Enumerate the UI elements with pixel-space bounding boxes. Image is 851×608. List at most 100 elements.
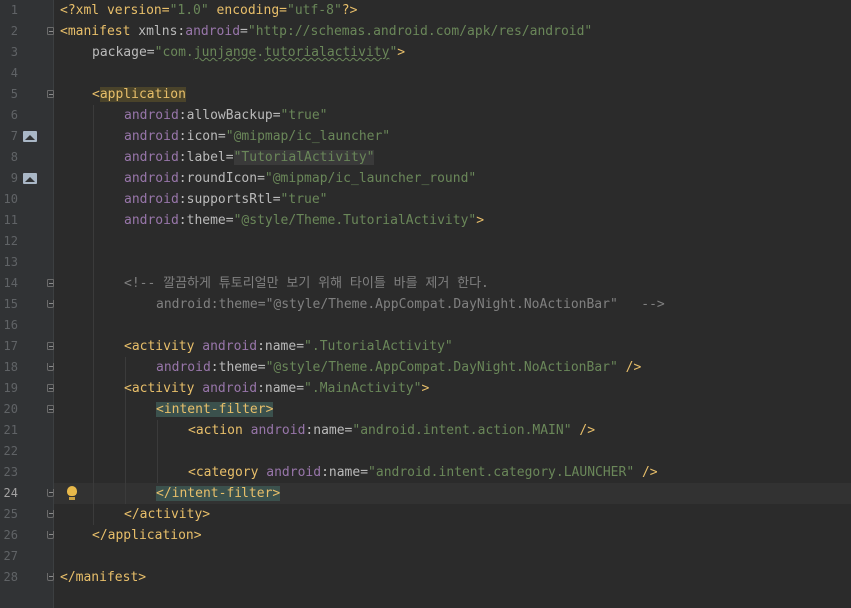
code-line[interactable]: 18 android:theme="@style/Theme.AppCompat… <box>0 357 851 378</box>
tag-matched: lter> <box>241 486 281 501</box>
line-text: <category android:name="android.intent.c… <box>188 462 658 483</box>
attr-name: name= <box>264 339 305 354</box>
code-line[interactable]: 8 android:label="TutorialActivity" <box>0 147 851 168</box>
xml-decl: <?xml version= <box>60 3 170 18</box>
line-text: </intent-filter> <box>156 483 281 504</box>
line-number: 27 <box>3 549 18 563</box>
tag-open: <category <box>188 465 259 480</box>
code-line[interactable]: 9 android:roundIcon="@mipmap/ic_launcher… <box>0 168 851 189</box>
colon: : <box>178 213 187 228</box>
code-line[interactable]: 25 </activity> <box>0 504 851 525</box>
line-text: </application> <box>92 525 202 546</box>
code-line[interactable]: 15 android:theme="@style/Theme.AppCompat… <box>0 294 851 315</box>
attr-value: "@style/Theme.TutorialActivity" <box>233 213 477 228</box>
namespace: android <box>124 108 179 123</box>
line-number: 20 <box>3 402 18 416</box>
code-line[interactable]: 23 <category android:name="android.inten… <box>0 462 851 483</box>
typo-word: tutorialactivity <box>264 45 390 60</box>
line-text: android:theme="@style/Theme.AppCompat.Da… <box>156 357 641 378</box>
line-number: 15 <box>3 297 18 311</box>
line-text: android:supportsRtl="true" <box>124 189 328 210</box>
line-number: 3 <box>10 45 18 59</box>
tag-name-highlighted: application <box>99 87 186 102</box>
colon: : <box>178 108 187 123</box>
fold-open-icon[interactable] <box>47 405 54 413</box>
fold-close-icon[interactable] <box>47 363 54 371</box>
attr-name: name= <box>264 381 305 396</box>
code-line[interactable]: 19 <activity android:name=".MainActivity… <box>0 378 851 399</box>
fold-close-icon[interactable] <box>47 300 54 308</box>
line-text: android:roundIcon="@mipmap/ic_launcher_r… <box>124 168 476 189</box>
attr-name: supportsRtl= <box>186 192 281 207</box>
code-line[interactable]: 13 <box>0 252 851 273</box>
fold-close-icon[interactable] <box>47 510 54 518</box>
code-line[interactable]: 27 <box>0 546 851 567</box>
image-preview-icon[interactable] <box>23 173 37 184</box>
attr-name: xmlns: <box>130 24 186 39</box>
code-line[interactable]: 7 android:icon="@mipmap/ic_launcher" <box>0 126 851 147</box>
code-line[interactable]: 1 <?xml version="1.0" encoding="utf-8"?> <box>0 0 851 21</box>
fold-close-icon[interactable] <box>47 531 54 539</box>
attr-name: icon= <box>186 129 226 144</box>
code-line[interactable]: 14 <!-- 깔끔하게 튜토리얼만 보기 위해 타이틀 바를 제거 한다. <box>0 273 851 294</box>
fold-close-icon[interactable] <box>47 573 54 581</box>
code-line-current[interactable]: 24 </intent-filter> <box>0 483 851 504</box>
line-text: package="com.junjange.tutorialactivity"> <box>92 42 405 63</box>
fold-open-icon[interactable] <box>47 90 54 98</box>
code-line[interactable]: 16 <box>0 315 851 336</box>
code-line[interactable]: 11 android:theme="@style/Theme.TutorialA… <box>0 210 851 231</box>
code-editor[interactable]: 1 <?xml version="1.0" encoding="utf-8"?>… <box>0 0 851 608</box>
colon: : <box>257 381 265 396</box>
attr-value: "true" <box>280 108 328 123</box>
tag-self-close: /> <box>634 465 658 480</box>
attr-name: name= <box>328 465 369 480</box>
image-preview-icon[interactable] <box>23 131 37 142</box>
namespace: android <box>124 171 179 186</box>
line-text: <?xml version="1.0" encoding="utf-8"?> <box>60 0 357 21</box>
namespace: android <box>124 192 179 207</box>
namespace: android <box>250 423 306 438</box>
code-line[interactable]: 10 android:supportsRtl="true" <box>0 189 851 210</box>
line-number: 12 <box>3 234 18 248</box>
line-text: android:icon="@mipmap/ic_launcher" <box>124 126 390 147</box>
lightbulb-icon[interactable] <box>67 486 77 500</box>
code-line[interactable]: 28 </manifest> <box>0 567 851 588</box>
attr-name: allowBackup= <box>186 108 281 123</box>
line-number: 18 <box>3 360 18 374</box>
line-text: android:theme="@style/Theme.TutorialActi… <box>124 210 484 231</box>
line-text: <manifest xmlns:android="http://schemas.… <box>60 21 592 42</box>
code-line[interactable]: 3 package="com.junjange.tutorialactivity… <box>0 42 851 63</box>
fold-open-icon[interactable] <box>47 27 54 35</box>
fold-open-icon[interactable] <box>47 384 54 392</box>
code-line[interactable]: 26 </application> <box>0 525 851 546</box>
tag-open: <activity <box>124 381 195 396</box>
namespace: android <box>124 150 179 165</box>
line-text: </manifest> <box>60 567 146 588</box>
fold-open-icon[interactable] <box>47 279 54 287</box>
fold-close-icon[interactable] <box>47 489 54 497</box>
code-line[interactable]: 12 <box>0 231 851 252</box>
namespace: android <box>202 339 258 354</box>
tag-close: > <box>476 213 485 228</box>
code-line[interactable]: 6 android:allowBackup="true" <box>0 105 851 126</box>
line-number: 25 <box>3 507 18 521</box>
code-line[interactable]: 2 <manifest xmlns:android="http://schema… <box>0 21 851 42</box>
namespace: android <box>124 213 179 228</box>
colon: : <box>178 129 187 144</box>
attr-value: "@mipmap/ic_launcher_round" <box>264 171 477 186</box>
fold-open-icon[interactable] <box>47 342 54 350</box>
attr-value: "android.intent.action.MAIN" <box>352 423 572 438</box>
colon: : <box>178 171 187 186</box>
code-line[interactable]: 22 <box>0 441 851 462</box>
code-line[interactable]: 20 <intent-filter> <box>0 399 851 420</box>
line-number: 1 <box>10 3 18 17</box>
tag-end: </activity> <box>124 507 211 522</box>
code-line[interactable]: 4 <box>0 63 851 84</box>
code-line[interactable]: 5 <application <box>0 84 851 105</box>
code-line[interactable]: 17 <activity android:name=".TutorialActi… <box>0 336 851 357</box>
line-number: 2 <box>10 24 18 38</box>
line-number: 21 <box>3 423 18 437</box>
xml-decl-end: ?> <box>341 3 358 18</box>
code-line[interactable]: 21 <action android:name="android.intent.… <box>0 420 851 441</box>
attr-value: "@style/Theme.AppCompat.DayNight.NoActio… <box>265 360 618 375</box>
